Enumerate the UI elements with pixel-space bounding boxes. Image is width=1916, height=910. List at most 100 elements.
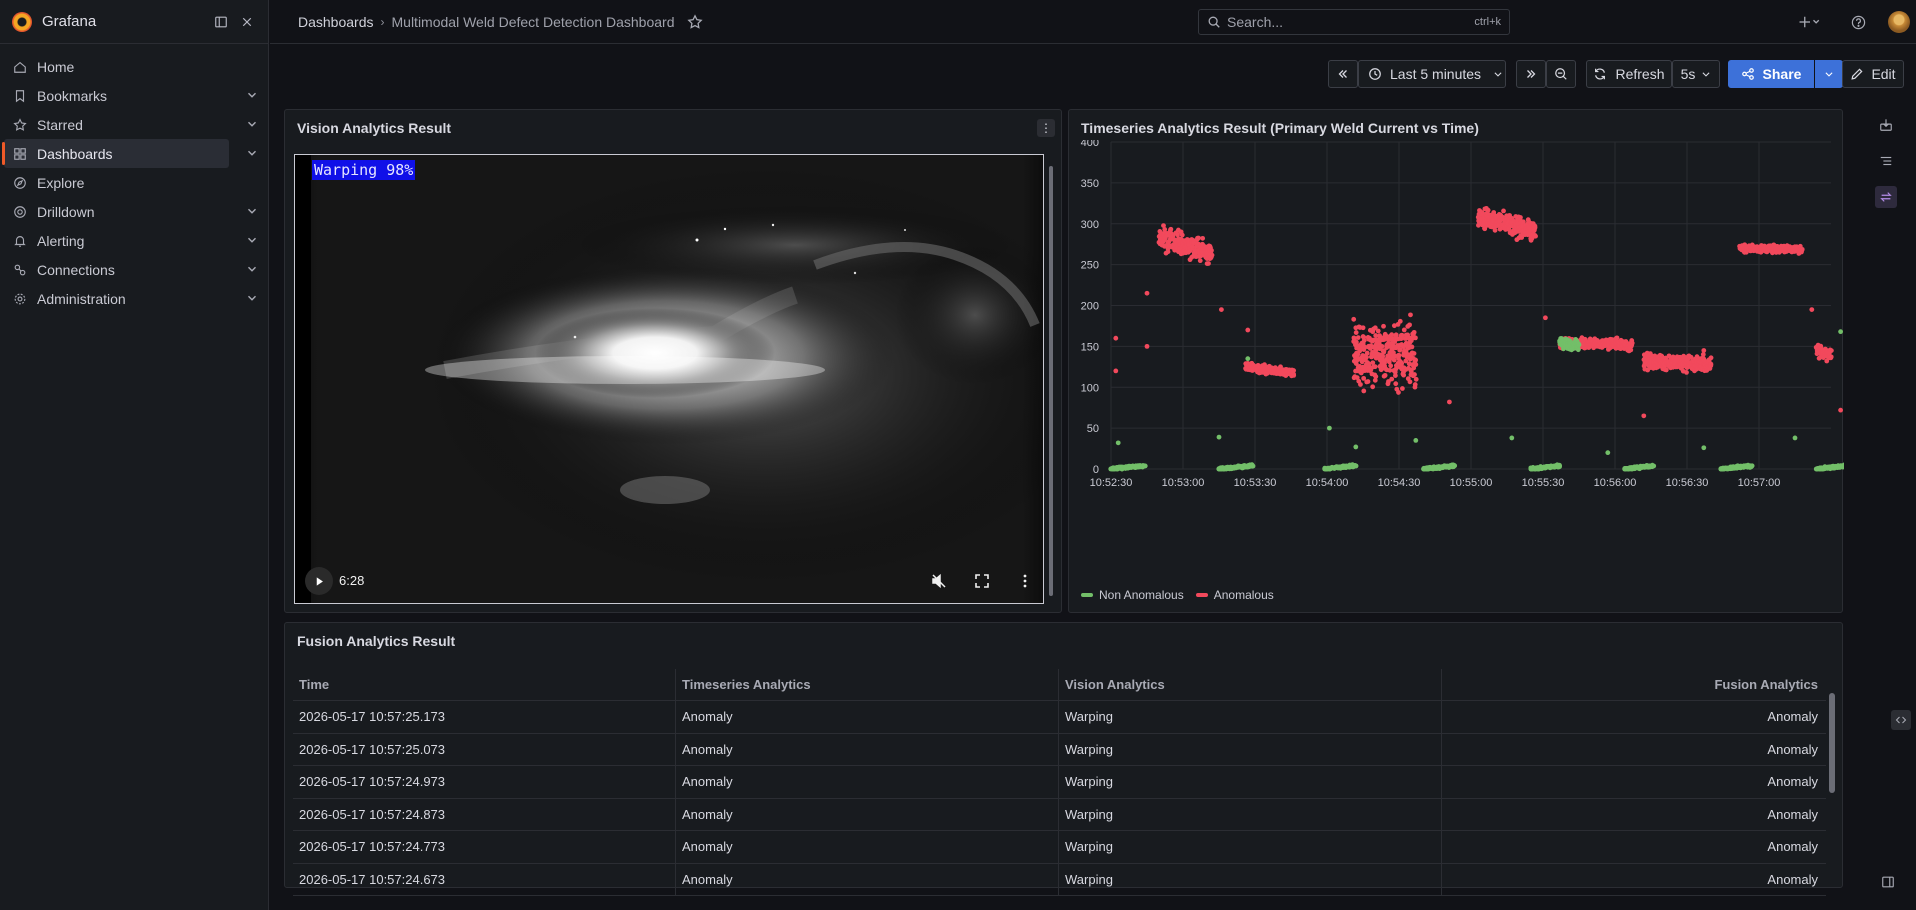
- breadcrumb-dashboards[interactable]: Dashboards: [298, 14, 374, 30]
- mute-icon[interactable]: [931, 573, 947, 589]
- table-header-row: Time Timeseries Analytics Vision Analytics…: [293, 669, 1826, 701]
- anomalous-point: [1351, 316, 1357, 322]
- sidebar-item-connections[interactable]: Connections: [4, 255, 256, 284]
- dock-menu-icon[interactable]: [212, 13, 230, 31]
- bookmark-icon: [12, 88, 28, 104]
- y-tick-label: 350: [1081, 178, 1099, 190]
- legend-item[interactable]: Anomalous: [1195, 588, 1274, 602]
- chevron-down-icon[interactable]: [245, 204, 259, 218]
- play-icon: [316, 576, 323, 586]
- sidebar-item-drilldown[interactable]: Drilldown: [4, 197, 256, 226]
- time-range-label: Last 5 minutes: [1390, 66, 1482, 82]
- anomalous-point: [1200, 235, 1206, 241]
- anomalous-point: [1408, 312, 1413, 318]
- anomalous-point: [1375, 328, 1381, 334]
- star-icon: [12, 117, 28, 133]
- outline-icon[interactable]: [1875, 150, 1897, 172]
- sidebar: Grafana Home Bookmarks Starred Dashboards Ex…: [0, 0, 269, 910]
- chevron-down-icon[interactable]: [245, 233, 259, 247]
- non-anomalous-point: [1216, 434, 1222, 440]
- sidebar-item-dashboards[interactable]: Dashboards: [2, 139, 256, 168]
- sidebar-item-home[interactable]: Home: [4, 52, 229, 81]
- vision-panel-title: Vision Analytics Result: [297, 120, 452, 136]
- anomalous-point: [1245, 327, 1251, 333]
- table-cell: Warping: [1059, 701, 1442, 733]
- chevron-down-icon[interactable]: [245, 117, 259, 131]
- anomalous-point: [1208, 254, 1214, 260]
- time-range-picker[interactable]: Last 5 minutes: [1358, 60, 1506, 88]
- sidebar-item-explore[interactable]: Explore: [4, 168, 229, 197]
- time-forward-button[interactable]: [1516, 60, 1546, 88]
- vision-scrollbar[interactable]: [1047, 154, 1055, 606]
- edit-button[interactable]: Edit: [1842, 60, 1904, 88]
- anomalous-point: [1629, 342, 1635, 348]
- play-button[interactable]: [305, 567, 333, 595]
- anomalous-point: [1407, 379, 1413, 385]
- anomalous-point: [1501, 208, 1506, 214]
- refresh-button[interactable]: Refresh: [1586, 60, 1672, 88]
- table-cell: Warping: [1059, 766, 1442, 798]
- chevron-down-icon[interactable]: [245, 262, 259, 276]
- video-player[interactable]: Warping 98% 6:28: [294, 154, 1044, 604]
- y-tick-label: 400: [1081, 140, 1099, 149]
- collapse-panel-icon[interactable]: [1891, 710, 1911, 730]
- fullscreen-icon[interactable]: [974, 573, 990, 589]
- column-header[interactable]: Timeseries Analytics: [676, 669, 1059, 700]
- x-tick-label: 10:53:00: [1162, 477, 1205, 489]
- anomalous-point: [1372, 364, 1378, 370]
- anomalous-point: [1364, 354, 1369, 360]
- non-anomalous-point: [1576, 341, 1582, 347]
- user-avatar[interactable]: [1888, 11, 1910, 33]
- grafana-logo[interactable]: [12, 11, 32, 32]
- home-icon: [12, 59, 28, 75]
- dashboards-icon: [12, 146, 28, 162]
- chevrons-right-icon: [1527, 70, 1536, 78]
- table-scrollbar[interactable]: [1828, 669, 1836, 881]
- table-cell: 2026-05-17 10:57:25.173: [293, 701, 676, 733]
- chevron-down-icon[interactable]: [245, 88, 259, 102]
- share-button[interactable]: Share: [1728, 60, 1814, 88]
- anomalous-point: [1641, 413, 1647, 419]
- anomalous-point: [1411, 351, 1417, 356]
- weld-video-frame: [295, 155, 1043, 603]
- table-cell: Anomaly: [676, 733, 1059, 765]
- anomalous-point: [1828, 354, 1834, 360]
- anomalous-point: [1379, 343, 1385, 349]
- legend-item[interactable]: Non Anomalous: [1081, 588, 1184, 602]
- column-header[interactable]: Fusion Analytics: [1442, 669, 1826, 700]
- connections-icon: [12, 262, 28, 278]
- anomalous-point: [1355, 335, 1361, 341]
- time-back-button[interactable]: [1328, 60, 1358, 88]
- column-header[interactable]: Time: [293, 669, 676, 700]
- sidebar-item-bookmarks[interactable]: Bookmarks: [4, 81, 256, 110]
- sidebar-item-alerting[interactable]: Alerting: [4, 226, 256, 255]
- anomalous-point: [1485, 207, 1491, 213]
- panel-menu-icon[interactable]: ⋮: [1037, 119, 1055, 137]
- star-icon[interactable]: [686, 13, 703, 30]
- y-tick-label: 250: [1081, 260, 1099, 272]
- import-icon[interactable]: [1875, 114, 1897, 136]
- anomalous-point: [1413, 357, 1419, 363]
- zoom-out-button[interactable]: [1546, 60, 1576, 88]
- close-menu-icon[interactable]: [238, 13, 256, 31]
- refresh-interval-picker[interactable]: 5s: [1672, 60, 1720, 88]
- help-icon[interactable]: [1848, 12, 1868, 32]
- pencil-icon: [1851, 68, 1863, 80]
- anomalous-point: [1412, 372, 1417, 377]
- chevron-down-icon[interactable]: [245, 291, 259, 305]
- share-dropdown-button[interactable]: [1815, 60, 1843, 88]
- edit-label: Edit: [1871, 66, 1896, 82]
- transform-icon[interactable]: [1875, 186, 1897, 208]
- add-new-icon[interactable]: [1796, 12, 1824, 32]
- column-header[interactable]: Vision Analytics: [1059, 669, 1442, 700]
- more-options-icon[interactable]: [1017, 573, 1033, 589]
- dock-sidebar-icon[interactable]: [1878, 872, 1898, 892]
- table-row: 2026-05-17 10:57:24.773 Anomaly Warping Ano…: [293, 831, 1826, 864]
- timeseries-scatter-chart[interactable]: 0 50 100 150 200 250 300 350 400 10:52:30 10:53:00…: [1069, 140, 1844, 580]
- chevron-down-icon[interactable]: [245, 146, 259, 160]
- sidebar-item-administration[interactable]: Administration: [4, 284, 256, 313]
- sidebar-item-starred[interactable]: Starred: [4, 110, 256, 139]
- search-input[interactable]: Search... ctrl+k: [1198, 9, 1510, 35]
- anomalous-point: [1391, 357, 1397, 363]
- table-cell: Anomaly: [676, 863, 1059, 895]
